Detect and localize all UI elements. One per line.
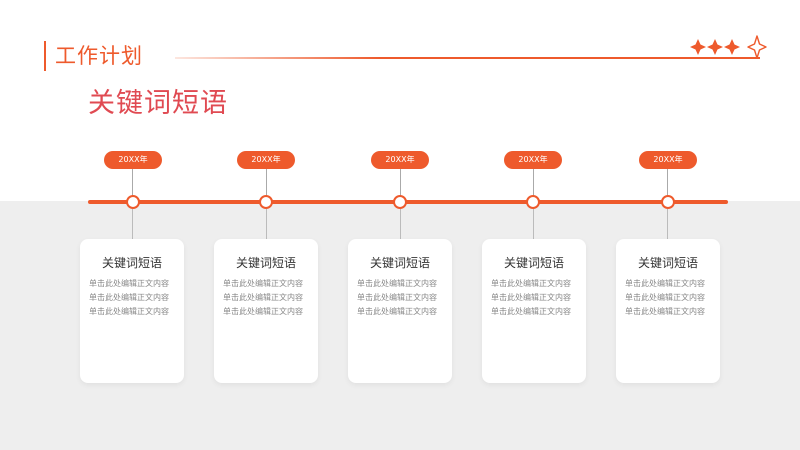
connector-line bbox=[266, 169, 267, 196]
connector-line bbox=[132, 169, 133, 196]
card-body: 单击此处编辑正文内容单击此处编辑正文内容单击此处编辑正文内容 bbox=[491, 279, 571, 316]
year-badge: 20XX年 bbox=[371, 151, 429, 169]
connector-line bbox=[132, 209, 133, 239]
timeline-node bbox=[126, 195, 140, 209]
connector-line bbox=[667, 209, 668, 239]
card-title: 关键词短语 bbox=[101, 256, 162, 270]
header-accent-bar bbox=[44, 41, 46, 71]
timeline-line bbox=[88, 200, 728, 204]
card-body: 单击此处编辑正文内容单击此处编辑正文内容单击此处编辑正文内容 bbox=[223, 279, 303, 316]
card-body: 单击此处编辑正文内容单击此处编辑正文内容单击此处编辑正文内容 bbox=[357, 279, 437, 316]
connector-line bbox=[400, 209, 401, 239]
card-title: 关键词短语 bbox=[235, 256, 296, 270]
timeline-node bbox=[526, 195, 540, 209]
connector-line bbox=[266, 209, 267, 239]
milestone-card: 关键词短语 单击此处编辑正文内容单击此处编辑正文内容单击此处编辑正文内容 bbox=[214, 239, 318, 383]
card-title: 关键词短语 bbox=[637, 256, 698, 270]
milestone-card: 关键词短语 单击此处编辑正文内容单击此处编辑正文内容单击此处编辑正文内容 bbox=[616, 239, 720, 383]
connector-line bbox=[533, 169, 534, 196]
timeline-node bbox=[393, 195, 407, 209]
year-badge: 20XX年 bbox=[504, 151, 562, 169]
milestone-card: 关键词短语 单击此处编辑正文内容单击此处编辑正文内容单击此处编辑正文内容 bbox=[80, 239, 184, 383]
timeline-node bbox=[259, 195, 273, 209]
connector-line bbox=[400, 169, 401, 196]
milestone-card: 关键词短语 单击此处编辑正文内容单击此处编辑正文内容单击此处编辑正文内容 bbox=[348, 239, 452, 383]
year-badge: 20XX年 bbox=[104, 151, 162, 169]
header-title: 工作计划 bbox=[55, 44, 143, 68]
card-body: 单击此处编辑正文内容单击此处编辑正文内容单击此处编辑正文内容 bbox=[89, 279, 169, 316]
card-title: 关键词短语 bbox=[369, 256, 430, 270]
connector-line bbox=[667, 169, 668, 196]
milestone-card: 关键词短语 单击此处编辑正文内容单击此处编辑正文内容单击此处编辑正文内容 bbox=[482, 239, 586, 383]
year-badge: 20XX年 bbox=[237, 151, 295, 169]
stars-decoration-icon bbox=[690, 35, 767, 59]
timeline-node bbox=[661, 195, 675, 209]
card-body: 单击此处编辑正文内容单击此处编辑正文内容单击此处编辑正文内容 bbox=[625, 279, 705, 316]
header-divider bbox=[175, 57, 760, 59]
page-subtitle: 关键词短语 bbox=[88, 88, 228, 119]
year-badge: 20XX年 bbox=[639, 151, 697, 169]
card-title: 关键词短语 bbox=[503, 256, 564, 270]
connector-line bbox=[533, 209, 534, 239]
